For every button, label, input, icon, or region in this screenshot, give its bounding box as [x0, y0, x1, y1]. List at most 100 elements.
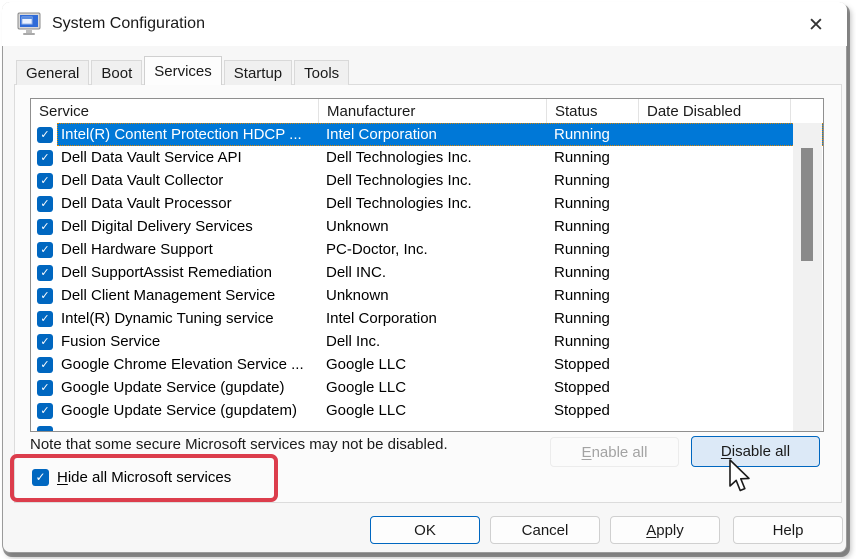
column-header-service[interactable]: Service: [31, 99, 319, 123]
cell-manufacturer: Intel Corporation: [326, 126, 437, 143]
column-header-status[interactable]: Status: [547, 99, 639, 123]
row-text[interactable]: Dell Client Management Service Unknown Run…: [57, 284, 823, 307]
row-text[interactable]: Dell Data Vault Processor Dell Technologi…: [57, 192, 823, 215]
cell-manufacturer: Dell Inc.: [326, 333, 381, 350]
row-text[interactable]: Fusion Service Dell Inc. Running: [57, 330, 823, 353]
scrollbar-thumb[interactable]: [801, 148, 813, 261]
row-text[interactable]: Intel(R) Dynamic Tuning service Intel Cor…: [57, 307, 823, 330]
service-checkbox[interactable]: ✓: [37, 195, 53, 212]
table-row[interactable]: ✓ Dell Data Vault Service API Dell Technol…: [31, 146, 823, 169]
row-text[interactable]: Google Chrome Elevation Service ... Googl…: [57, 353, 823, 376]
row-text[interactable]: Dell SupportAssist Remediation Dell INC. R…: [57, 261, 823, 284]
row-text[interactable]: Dell Hardware Support PC-Doctor, Inc. Runn…: [57, 238, 823, 261]
cell-service: Fusion Service: [61, 333, 161, 350]
table-body: ✓ Intel(R) Content Protection HDCP ... Int…: [31, 123, 823, 431]
table-header: Service Manufacturer Status Date Disable…: [31, 99, 823, 123]
table-row[interactable]: ✓ Intel(R) Content Protection HDCP ... Int…: [31, 123, 823, 146]
checkbox-cell: ✓: [31, 192, 57, 215]
cell-service: Dell Data Vault Service API: [61, 149, 242, 166]
cell-date-disabled: [639, 169, 785, 192]
table-row[interactable]: ✓ Google Update Service (gupdatem) Google …: [31, 399, 823, 422]
cell-date-disabled: [639, 376, 785, 399]
enable-all-button[interactable]: Enable all: [550, 437, 679, 467]
close-icon[interactable]: ✕: [803, 12, 829, 38]
checkbox-cell: ✓: [31, 284, 57, 307]
tab-services[interactable]: Services: [144, 56, 222, 85]
cell-service: Dell Digital Delivery Services: [61, 218, 253, 235]
help-button[interactable]: Help: [733, 516, 843, 544]
hide-microsoft-services-label: Hide all Microsoft services: [57, 469, 232, 486]
cell-status: Running: [554, 149, 610, 166]
tab-startup[interactable]: Startup: [223, 60, 293, 85]
checkbox-cell: ✓: [31, 238, 57, 261]
cell-service: Google Update Service (gupdate): [61, 379, 285, 396]
service-checkbox[interactable]: ✓: [37, 287, 53, 304]
column-header-manufacturer[interactable]: Manufacturer: [319, 99, 547, 123]
table-row[interactable]: ✓ Google Chrome Elevation Service ... Goog…: [31, 353, 823, 376]
tab-general[interactable]: General: [16, 60, 90, 85]
table-row[interactable]: ✓ Dell Data Vault Processor Dell Technolog…: [31, 192, 823, 215]
cell-service: Dell Data Vault Collector: [61, 172, 224, 189]
cell-manufacturer: Unknown: [326, 218, 389, 235]
msconfig-monitor-icon: [16, 11, 44, 37]
apply-button[interactable]: Apply: [610, 516, 720, 544]
table-row-partial[interactable]: [31, 422, 823, 431]
checkbox-cell: ✓: [31, 353, 57, 376]
row-text[interactable]: Google Update Service (gupdatem) Google L…: [57, 399, 823, 422]
service-checkbox[interactable]: ✓: [37, 241, 53, 258]
tab-tools[interactable]: Tools: [294, 60, 350, 85]
cell-service: Google Update Service (gupdatem): [61, 402, 297, 419]
table-row[interactable]: ✓ Dell Hardware Support PC-Doctor, Inc. Run…: [31, 238, 823, 261]
checkbox-cell: ✓: [31, 169, 57, 192]
table-row[interactable]: ✓ Dell Data Vault Collector Dell Technolog…: [31, 169, 823, 192]
cell-status: Running: [554, 287, 610, 304]
cell-service: Dell Hardware Support: [61, 241, 213, 258]
cell-service: Intel(R) Dynamic Tuning service: [61, 310, 274, 327]
hide-microsoft-services-row[interactable]: ✓ Hide all Microsoft services: [32, 469, 231, 486]
service-checkbox[interactable]: ✓: [37, 172, 53, 189]
checkbox-cell: ✓: [31, 261, 57, 284]
row-text[interactable]: Google Update Service (gupdate) Google LL…: [57, 376, 823, 399]
window-title: System Configuration: [52, 15, 205, 32]
row-text[interactable]: Dell Data Vault Service API Dell Technolo…: [57, 146, 823, 169]
cell-status: Running: [554, 333, 610, 350]
row-text[interactable]: Dell Digital Delivery Services Unknown Run…: [57, 215, 823, 238]
table-row[interactable]: ✓ Intel(R) Dynamic Tuning service Intel Co…: [31, 307, 823, 330]
row-text[interactable]: Intel(R) Content Protection HDCP ... Inte…: [57, 123, 823, 146]
row-text[interactable]: Dell Data Vault Collector Dell Technologi…: [57, 169, 823, 192]
cell-date-disabled: [639, 146, 785, 169]
table-row[interactable]: ✓ Dell Client Management Service Unknown Ru…: [31, 284, 823, 307]
service-checkbox[interactable]: ✓: [37, 264, 53, 281]
column-header-date-disabled[interactable]: Date Disabled: [639, 99, 791, 123]
cell-manufacturer: Dell INC.: [326, 264, 387, 281]
table-row[interactable]: ✓ Dell SupportAssist Remediation Dell INC.…: [31, 261, 823, 284]
cancel-button[interactable]: Cancel: [490, 516, 600, 544]
checkbox-cell: ✓: [31, 215, 57, 238]
cell-manufacturer: Dell Technologies Inc.: [326, 149, 472, 166]
cell-service: Intel(R) Content Protection HDCP ...: [61, 126, 302, 143]
services-table: Service Manufacturer Status Date Disable…: [30, 98, 824, 432]
tab-boot[interactable]: Boot: [91, 60, 143, 85]
service-checkbox[interactable]: ✓: [37, 356, 53, 373]
table-row[interactable]: ✓ Google Update Service (gupdate) Google L…: [31, 376, 823, 399]
cell-date-disabled: [639, 238, 785, 261]
table-row[interactable]: ✓ Dell Digital Delivery Services Unknown Ru…: [31, 215, 823, 238]
service-checkbox[interactable]: ✓: [37, 379, 53, 396]
disable-all-button[interactable]: Disable all: [691, 436, 820, 467]
vertical-scrollbar[interactable]: [793, 123, 822, 431]
titlebar: System Configuration ✕: [2, 2, 847, 46]
service-checkbox[interactable]: [37, 425, 53, 431]
ok-button[interactable]: OK: [370, 516, 480, 544]
cell-date-disabled: [639, 330, 785, 353]
service-checkbox[interactable]: ✓: [37, 126, 53, 143]
cell-status: Running: [554, 241, 610, 258]
table-row[interactable]: ✓ Fusion Service Dell Inc. Running: [31, 330, 823, 353]
hide-microsoft-services-checkbox[interactable]: ✓: [32, 469, 49, 486]
cell-manufacturer: Dell Technologies Inc.: [326, 172, 472, 189]
service-checkbox[interactable]: ✓: [37, 218, 53, 235]
cell-status: Running: [554, 195, 610, 212]
service-checkbox[interactable]: ✓: [37, 333, 53, 350]
service-checkbox[interactable]: ✓: [37, 402, 53, 419]
service-checkbox[interactable]: ✓: [37, 149, 53, 166]
service-checkbox[interactable]: ✓: [37, 310, 53, 327]
